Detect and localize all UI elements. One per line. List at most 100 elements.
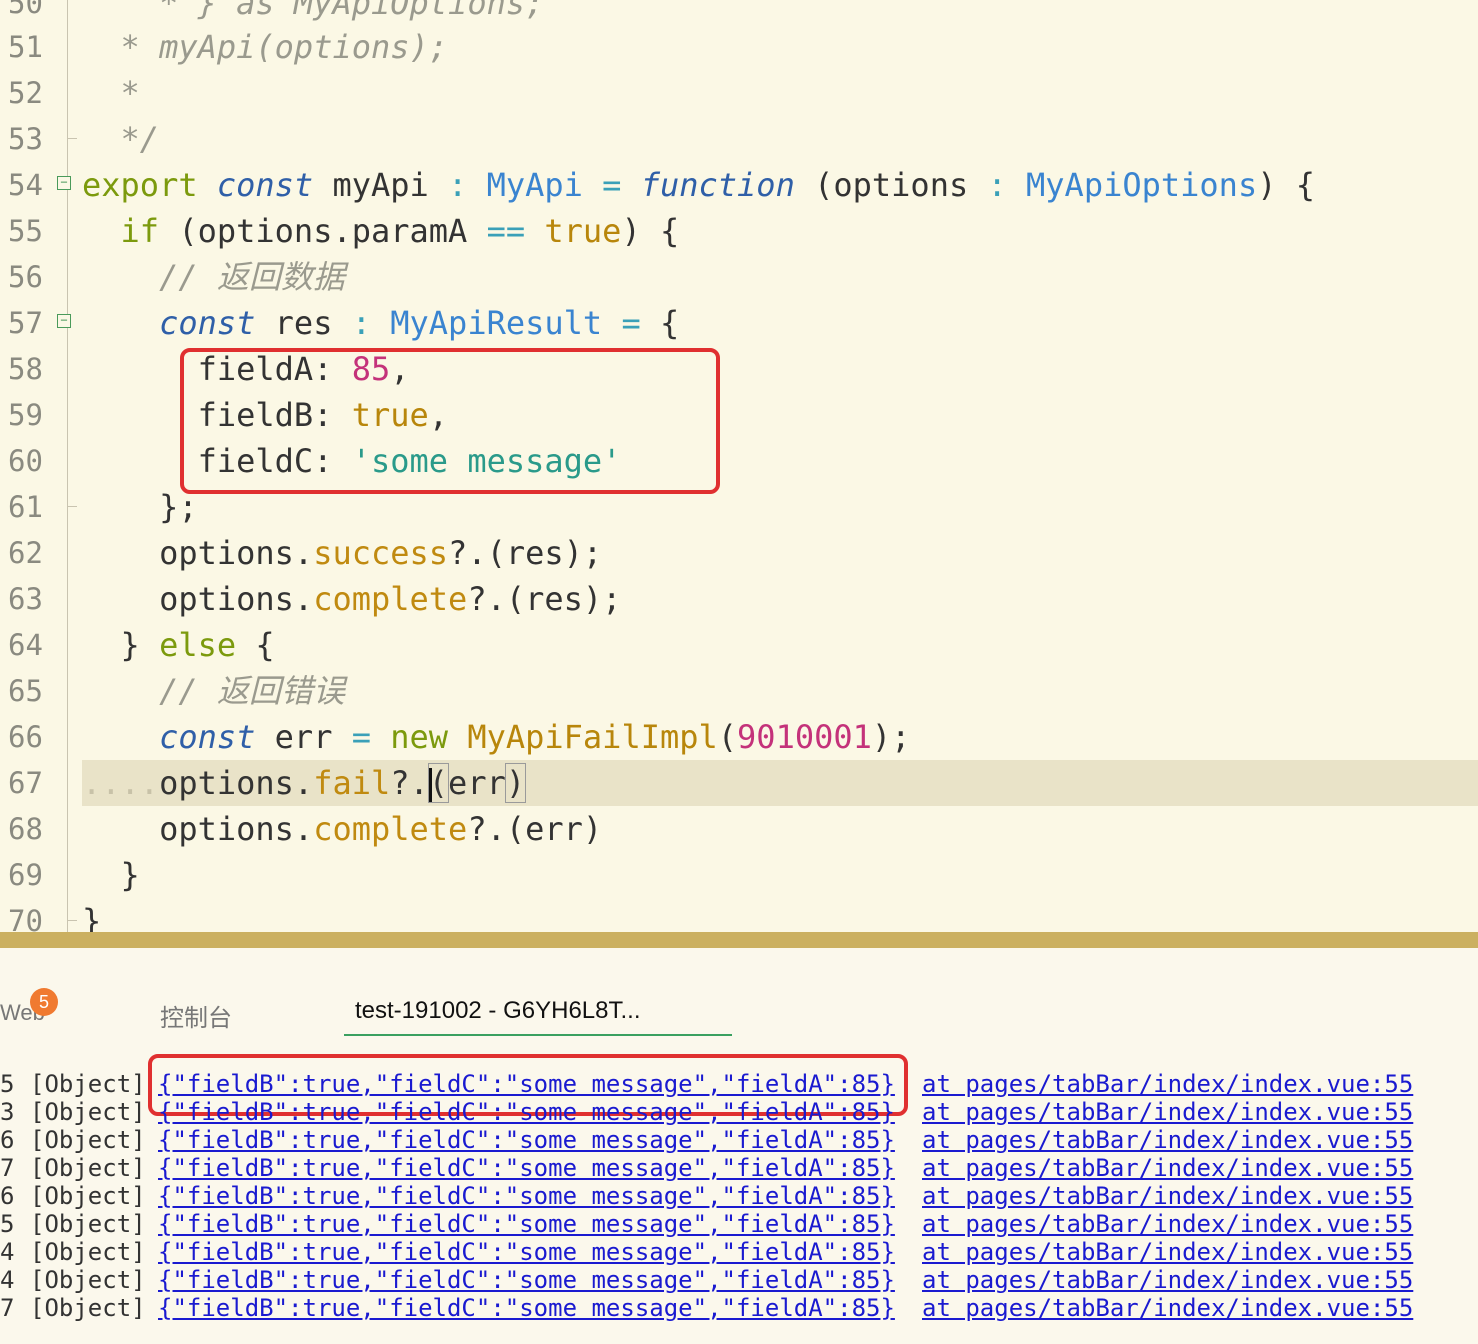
- code-line[interactable]: 50 * } as MyApiOptions;: [0, 0, 1478, 26]
- log-count: 7: [0, 1154, 15, 1182]
- log-source-link[interactable]: at pages/tabBar/index/index.vue:55: [922, 1126, 1413, 1154]
- code-token: fail: [313, 764, 391, 802]
- log-source-link[interactable]: at pages/tabBar/index/index.vue:55: [922, 1098, 1413, 1126]
- log-count: 6: [0, 1182, 15, 1210]
- code-text[interactable]: }: [82, 852, 140, 898]
- code-line[interactable]: 56 // 返回数据: [0, 254, 1478, 300]
- fold-gutter-line: [67, 254, 68, 300]
- line-number: 50: [8, 0, 43, 20]
- code-text[interactable]: options.success?.(res);: [82, 530, 602, 576]
- code-text[interactable]: const res : MyApiResult = {: [82, 300, 679, 346]
- code-line[interactable]: 57− const res : MyApiResult = {: [0, 300, 1478, 346]
- code-token: :: [351, 304, 371, 342]
- tab-device-log[interactable]: test-191002 - G6YH6L8T...: [355, 997, 641, 1025]
- code-token: MyApi: [486, 166, 583, 204]
- code-line[interactable]: 52 *: [0, 70, 1478, 116]
- log-source-link[interactable]: at pages/tabBar/index/index.vue:55: [922, 1238, 1413, 1266]
- fold-gutter-line: [67, 530, 68, 576]
- code-line[interactable]: 65 // 返回错误: [0, 668, 1478, 714]
- code-text[interactable]: export const myApi : MyApi = function (o…: [82, 162, 1315, 208]
- code-token: (options: [794, 166, 988, 204]
- code-token: );: [871, 718, 911, 756]
- code-line[interactable]: 69 }: [0, 852, 1478, 898]
- fold-toggle-icon[interactable]: −: [57, 176, 71, 190]
- code-text[interactable]: options.complete?.(err): [82, 806, 602, 852]
- code-token: ?.: [390, 764, 429, 802]
- tab-console[interactable]: 控制台: [160, 998, 232, 1033]
- log-json-link[interactable]: {"fieldB":true,"fieldC":"some message","…: [158, 1182, 895, 1210]
- log-json-link[interactable]: {"fieldB":true,"fieldC":"some message","…: [158, 1070, 895, 1098]
- code-text[interactable]: *: [82, 70, 140, 116]
- code-highlight-annotation: [180, 348, 720, 494]
- console-log-row: 4 [Object] {"fieldB":true,"fieldC":"some m…: [0, 1238, 1478, 1266]
- panel-splitter[interactable]: [0, 932, 1478, 948]
- fold-gutter-line: [67, 760, 68, 806]
- code-token: // 返回数据: [159, 258, 345, 296]
- log-json-link[interactable]: {"fieldB":true,"fieldC":"some message","…: [158, 1210, 895, 1238]
- fold-gutter-line: [67, 0, 68, 26]
- line-number: 65: [8, 674, 43, 708]
- log-source-link[interactable]: at pages/tabBar/index/index.vue:55: [922, 1070, 1413, 1098]
- log-json-link[interactable]: {"fieldB":true,"fieldC":"some message","…: [158, 1238, 895, 1266]
- log-json-link[interactable]: {"fieldB":true,"fieldC":"some message","…: [158, 1126, 895, 1154]
- code-line[interactable]: 62 options.success?.(res);: [0, 530, 1478, 576]
- code-line[interactable]: 53 */: [0, 116, 1478, 162]
- log-json-link[interactable]: {"fieldB":true,"fieldC":"some message","…: [158, 1266, 895, 1294]
- fold-gutter-line: [67, 346, 68, 392]
- fold-gutter-line: [67, 208, 68, 254]
- code-line[interactable]: 67 ....options.fail?.(err): [0, 760, 1478, 806]
- line-number: 69: [8, 858, 43, 892]
- log-json-link[interactable]: {"fieldB":true,"fieldC":"some message","…: [158, 1098, 895, 1126]
- log-source-link[interactable]: at pages/tabBar/index/index.vue:55: [922, 1154, 1413, 1182]
- console-log-row: 3 [Object] {"fieldB":true,"fieldC":"some m…: [0, 1098, 1478, 1126]
- console-log-row: 4 [Object] {"fieldB":true,"fieldC":"some m…: [0, 1266, 1478, 1294]
- code-line[interactable]: 54− export const myApi : MyApi = function…: [0, 162, 1478, 208]
- code-text[interactable]: * } as MyApiOptions;: [82, 0, 544, 26]
- log-source-link[interactable]: at pages/tabBar/index/index.vue:55: [922, 1210, 1413, 1238]
- code-line[interactable]: 70}: [0, 898, 1478, 932]
- fold-gutter-line: [67, 484, 68, 530]
- code-text[interactable]: */: [82, 116, 160, 162]
- code-text[interactable]: if (options.paramA == true) {: [82, 208, 680, 254]
- log-source-link[interactable]: at pages/tabBar/index/index.vue:55: [922, 1294, 1413, 1322]
- code-line[interactable]: 68 options.complete?.(err): [0, 806, 1478, 852]
- fold-toggle-icon[interactable]: −: [57, 314, 71, 328]
- log-source-link[interactable]: at pages/tabBar/index/index.vue:55: [922, 1266, 1413, 1294]
- line-number: 55: [8, 214, 43, 248]
- code-text[interactable]: options.complete?.(res);: [82, 576, 621, 622]
- log-json-link[interactable]: {"fieldB":true,"fieldC":"some message","…: [158, 1154, 895, 1182]
- fold-end-marker: [67, 138, 77, 139]
- code-line[interactable]: 64 } else {: [0, 622, 1478, 668]
- code-line[interactable]: 63 options.complete?.(res);: [0, 576, 1478, 622]
- code-token: :: [987, 166, 1007, 204]
- code-token: ==: [486, 212, 526, 250]
- log-source-link[interactable]: at pages/tabBar/index/index.vue:55: [922, 1182, 1413, 1210]
- code-text[interactable]: };: [82, 484, 198, 530]
- code-token: }: [82, 902, 102, 932]
- active-tab-indicator: [344, 1034, 732, 1036]
- line-number: 67: [8, 766, 43, 800]
- code-text[interactable]: }: [82, 898, 101, 932]
- log-count: 3: [0, 1098, 15, 1126]
- code-text[interactable]: * myApi(options);: [82, 24, 449, 70]
- log-json-link[interactable]: {"fieldB":true,"fieldC":"some message","…: [158, 1294, 895, 1322]
- log-object-label: [Object]: [30, 1098, 146, 1126]
- code-text[interactable]: } else {: [82, 622, 275, 668]
- code-text[interactable]: // 返回数据: [82, 254, 345, 300]
- code-line[interactable]: 66 const err = new MyApiFailImpl(9010001…: [0, 714, 1478, 760]
- fold-gutter-line: [67, 668, 68, 714]
- code-text[interactable]: const err = new MyApiFailImpl(9010001);: [82, 714, 910, 760]
- code-text[interactable]: // 返回错误: [82, 668, 345, 714]
- code-token: success: [313, 534, 449, 572]
- code-line[interactable]: 51 * myApi(options);: [0, 24, 1478, 70]
- code-line[interactable]: 55 if (options.paramA == true) {: [0, 208, 1478, 254]
- code-token: ): [504, 763, 527, 803]
- code-token: =: [602, 166, 622, 204]
- code-text[interactable]: ....options.fail?.(err): [82, 760, 527, 806]
- console-log-row: 6 [Object] {"fieldB":true,"fieldC":"some m…: [0, 1126, 1478, 1154]
- code-token: * } as MyApiOptions;: [82, 0, 545, 22]
